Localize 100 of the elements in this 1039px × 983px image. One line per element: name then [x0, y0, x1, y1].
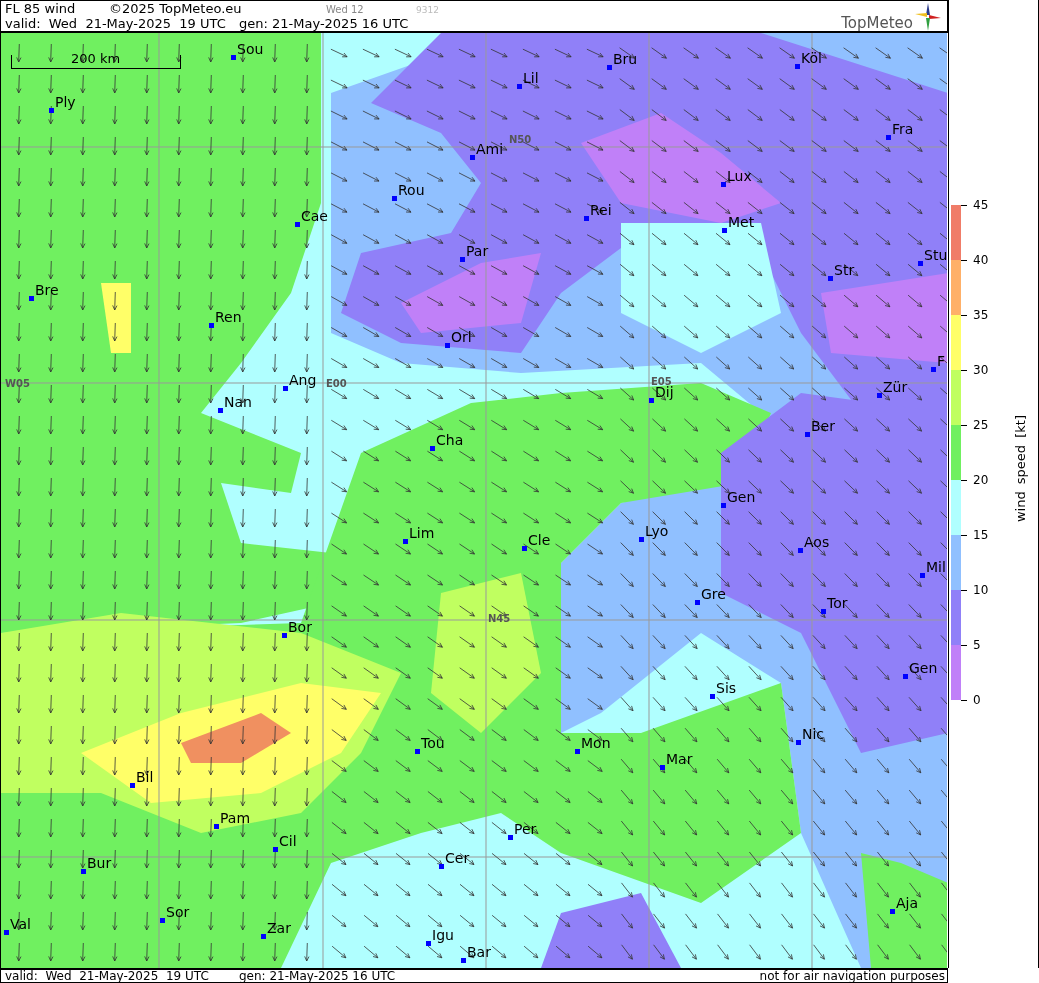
city-marker — [798, 548, 803, 553]
logo-text: TopMeteo — [841, 14, 913, 32]
city-marker — [722, 228, 727, 233]
city-label: Bor — [288, 619, 312, 635]
city-marker — [796, 740, 801, 745]
city-label: Ren — [215, 309, 242, 325]
city-marker — [877, 393, 882, 398]
city-marker — [460, 257, 465, 262]
city-label: Cer — [445, 850, 470, 866]
city-label: F — [937, 353, 946, 369]
city-label: Zür — [883, 379, 908, 395]
city-marker — [508, 835, 513, 840]
city-label: Per — [514, 821, 537, 837]
city-marker — [403, 539, 408, 544]
city-label: Stu — [924, 247, 947, 263]
city-label: Par — [466, 243, 489, 259]
grid-label: E05 — [651, 376, 672, 387]
city-label: Cle — [528, 532, 551, 548]
city-marker — [649, 398, 654, 403]
city-label: Bar — [467, 944, 491, 960]
tick-label: 10 — [973, 583, 989, 597]
legend-title: wind speed [kt] — [1013, 415, 1028, 523]
grid-label: E00 — [326, 378, 347, 389]
city-label: Tor — [827, 595, 848, 611]
city-marker — [81, 869, 86, 874]
grid-label: W05 — [5, 378, 30, 389]
wind-speed-area — [101, 283, 131, 353]
city-label: Zar — [267, 920, 291, 936]
city-label: Bre — [35, 282, 59, 298]
city-label: Aja — [896, 895, 919, 911]
scale-label: 200 km — [71, 51, 121, 66]
run-code: 9312 — [416, 4, 439, 17]
city-marker — [218, 408, 223, 413]
city-marker — [445, 343, 450, 348]
city-label: Pam — [220, 810, 251, 826]
city-label: Lux — [727, 168, 752, 184]
generated-time: gen: 21-May-2025 16 UTC — [239, 16, 409, 31]
city-label: Cha — [436, 432, 464, 448]
city-marker — [522, 546, 527, 551]
city-label: Ang — [289, 372, 317, 388]
city-marker — [470, 155, 475, 160]
city-label: Sis — [716, 680, 737, 696]
city-label: Bru — [613, 51, 638, 67]
city-marker — [49, 108, 54, 113]
day-label: Wed 12 — [326, 3, 365, 17]
city-label: Rei — [590, 202, 612, 218]
tick-label: 0 — [973, 693, 981, 707]
city-marker — [828, 276, 833, 281]
city-marker — [392, 196, 397, 201]
city-marker — [214, 824, 219, 829]
city-marker — [430, 446, 435, 451]
city-label: Mil — [926, 559, 946, 575]
city-marker — [282, 633, 287, 638]
city-label: Cil — [279, 833, 297, 849]
city-label: Dij — [655, 384, 674, 400]
valid-time: valid: Wed 21-May-2025 19 UTC — [5, 16, 227, 31]
city-label: Tou — [421, 735, 445, 751]
city-marker — [920, 573, 925, 578]
city-marker — [584, 216, 589, 221]
city-marker — [918, 261, 923, 266]
city-label: Aos — [804, 534, 830, 550]
city-marker — [130, 783, 135, 788]
city-label: Nan — [224, 394, 252, 410]
city-label: Lyo — [645, 523, 669, 539]
city-marker — [695, 600, 700, 605]
city-label: Rou — [398, 182, 425, 198]
tick-label: 20 — [973, 473, 989, 487]
city-marker — [461, 958, 466, 963]
copyright-text: ©2025 TopMeteo.eu — [109, 1, 243, 16]
tick-label: 40 — [973, 253, 989, 267]
city-marker — [795, 64, 800, 69]
city-label: Met — [728, 214, 755, 230]
grid-label: N50 — [509, 134, 532, 145]
city-marker — [660, 765, 665, 770]
city-marker — [231, 55, 236, 60]
city-marker — [29, 296, 34, 301]
city-marker — [931, 367, 936, 372]
valid-time: valid: Wed 21-May-2025 19 UTC — [5, 970, 210, 982]
city-label: Str — [834, 262, 855, 278]
city-marker — [639, 537, 644, 542]
city-label: Lil — [523, 70, 539, 86]
city-marker — [283, 386, 288, 391]
city-label: Ami — [476, 141, 504, 157]
city-label: Fra — [892, 121, 914, 137]
generated-time: gen: 21-May-2025 16 UTC — [239, 970, 397, 982]
disclaimer-text: not for air navigation purposes — [759, 970, 946, 982]
city-marker — [273, 847, 278, 852]
city-label: Mar — [666, 751, 693, 767]
city-marker — [415, 749, 420, 754]
city-label: Gre — [701, 586, 726, 602]
city-label: Gen — [727, 489, 756, 505]
grid-label: N45 — [488, 613, 511, 624]
city-label: Bur — [87, 855, 112, 871]
city-label: Val — [10, 916, 31, 932]
city-label: Ply — [55, 94, 76, 110]
city-label: Sor — [166, 904, 190, 920]
city-label: Mon — [581, 735, 611, 751]
city-marker — [721, 503, 726, 508]
city-label: Ber — [811, 418, 835, 434]
city-marker — [4, 930, 9, 935]
